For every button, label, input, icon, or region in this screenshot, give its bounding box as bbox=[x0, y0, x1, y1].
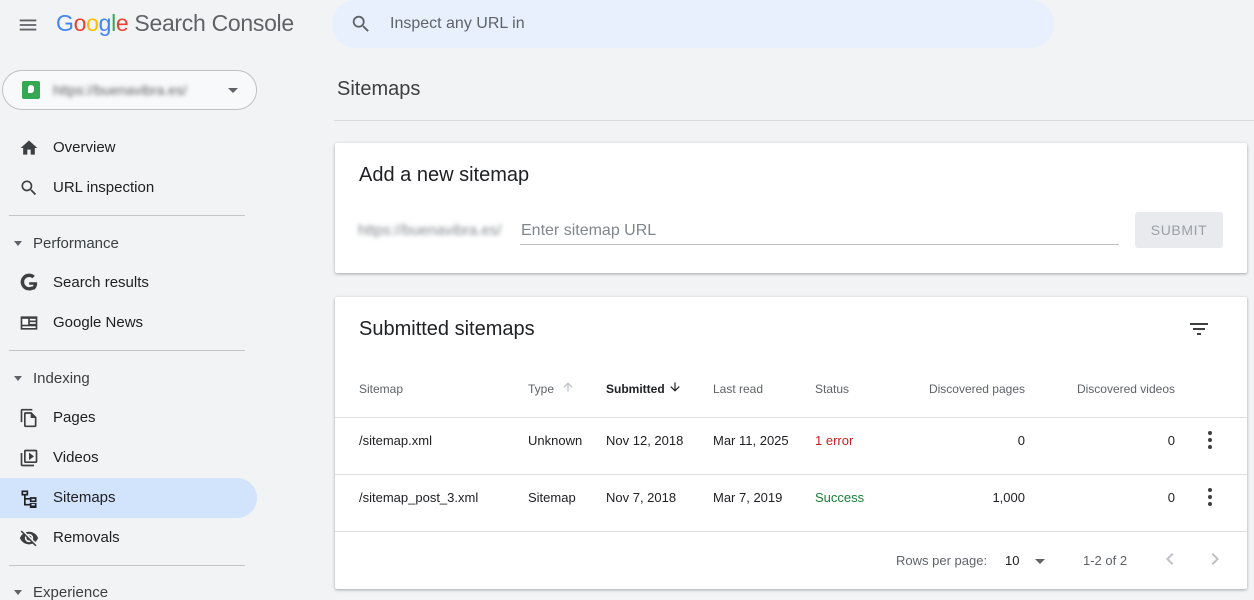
sidebar-item-label: URL inspection bbox=[53, 179, 155, 196]
column-header-status[interactable]: Status bbox=[815, 382, 849, 396]
pages-icon bbox=[20, 408, 37, 428]
sidebar-item-label: Search results bbox=[53, 274, 149, 291]
previous-page-icon[interactable] bbox=[1158, 547, 1182, 571]
sidebar-section-label: Performance bbox=[33, 235, 119, 252]
title-divider bbox=[334, 120, 1254, 121]
search-console-logo[interactable]: Google Search Console bbox=[56, 10, 294, 37]
google-g-icon bbox=[20, 273, 38, 291]
rows-per-page-select[interactable]: 10 bbox=[1004, 548, 1054, 572]
column-header-submitted[interactable]: Submitted bbox=[606, 382, 665, 396]
filter-icon[interactable] bbox=[1187, 317, 1211, 341]
sidebar-section-indexing[interactable]: Indexing bbox=[0, 360, 257, 396]
sidebar-item-google-news[interactable]: Google News bbox=[0, 303, 257, 343]
submitted-sitemaps-heading: Submitted sitemaps bbox=[359, 318, 535, 340]
column-header-discovered-videos[interactable]: Discovered videos bbox=[1045, 382, 1175, 396]
url-inspect-search-bar[interactable] bbox=[332, 0, 1054, 48]
sidebar-divider bbox=[9, 215, 245, 216]
sidebar-item-videos[interactable]: Videos bbox=[0, 438, 257, 478]
table-divider bbox=[335, 417, 1247, 418]
collapse-triangle-icon bbox=[14, 590, 22, 595]
sidebar-item-url-inspection[interactable]: URL inspection bbox=[0, 168, 257, 208]
table-divider bbox=[335, 474, 1247, 475]
sidebar-item-label: Google News bbox=[53, 314, 144, 331]
sitemap-url-input[interactable] bbox=[520, 218, 1119, 245]
video-icon bbox=[20, 449, 38, 467]
top-bar: Google Search Console bbox=[0, 0, 1254, 50]
collapse-triangle-icon bbox=[14, 241, 22, 246]
column-header-discovered-pages[interactable]: Discovered pages bbox=[895, 382, 1025, 396]
property-favicon-icon bbox=[22, 81, 40, 99]
collapse-triangle-icon bbox=[14, 376, 22, 381]
cell-status: 1 error bbox=[815, 433, 854, 448]
home-icon bbox=[20, 140, 38, 155]
cell-type: Unknown bbox=[528, 433, 583, 448]
cell-discovered-videos: 0 bbox=[1167, 433, 1175, 448]
sidebar-item-sitemaps[interactable]: Sitemaps bbox=[0, 478, 257, 518]
sidebar-item-removals[interactable]: Removals bbox=[0, 518, 257, 558]
cell-sitemap: /sitemap.xml bbox=[359, 433, 432, 448]
cell-discovered-pages: 0 bbox=[1017, 433, 1025, 448]
add-sitemap-heading: Add a new sitemap bbox=[359, 164, 530, 186]
chevron-down-icon bbox=[228, 88, 238, 93]
more-vert-icon[interactable] bbox=[1198, 485, 1222, 509]
sidebar-divider bbox=[9, 565, 245, 566]
sidebar-section-performance[interactable]: Performance bbox=[0, 225, 257, 261]
cell-status: Success bbox=[815, 490, 865, 505]
column-header-type[interactable]: Type bbox=[528, 382, 554, 396]
sitemap-url-prefix: https://buenavibra.es/ bbox=[358, 222, 502, 239]
cell-discovered-pages: 1,000 bbox=[992, 490, 1025, 505]
page-title: Sitemaps bbox=[337, 78, 421, 100]
add-sitemap-card: Add a new sitemap https://buenavibra.es/… bbox=[335, 143, 1247, 273]
column-header-last-read[interactable]: Last read bbox=[713, 382, 763, 396]
sidebar-divider bbox=[9, 350, 245, 351]
property-selector[interactable]: https://buenavibra.es/ bbox=[2, 70, 257, 110]
sidebar-item-label: Overview bbox=[53, 139, 116, 156]
table-divider bbox=[335, 531, 1247, 532]
sitemap-icon bbox=[21, 490, 37, 508]
sidebar-section-label: Indexing bbox=[33, 370, 90, 387]
sidebar-item-label: Pages bbox=[53, 409, 96, 426]
submit-button[interactable]: SUBMIT bbox=[1135, 212, 1223, 248]
sidebar-item-overview[interactable]: Overview bbox=[0, 128, 257, 168]
sidebar-section-label: Experience bbox=[33, 584, 109, 600]
column-header-sitemap[interactable]: Sitemap bbox=[359, 382, 403, 396]
cell-discovered-videos: 0 bbox=[1167, 490, 1175, 505]
sidebar-item-label: Removals bbox=[53, 529, 120, 546]
product-name: Search Console bbox=[134, 10, 294, 36]
cell-sitemap: /sitemap_post_3.xml bbox=[359, 490, 479, 505]
next-page-icon[interactable] bbox=[1203, 547, 1227, 571]
sidebar-item-label: Sitemaps bbox=[53, 489, 116, 506]
sidebar-item-pages[interactable]: Pages bbox=[0, 398, 257, 438]
chevron-down-icon bbox=[1035, 559, 1045, 564]
sidebar-item-search-results[interactable]: Search results bbox=[0, 263, 257, 303]
cell-submitted: Nov 7, 2018 bbox=[606, 490, 677, 505]
sidebar-item-label: Videos bbox=[53, 449, 99, 466]
hamburger-menu-icon[interactable] bbox=[17, 14, 39, 36]
sort-arrow-down-icon[interactable] bbox=[668, 380, 682, 394]
news-icon bbox=[20, 316, 38, 330]
property-url: https://buenavibra.es/ bbox=[53, 82, 187, 98]
eye-off-icon bbox=[19, 530, 39, 547]
search-icon bbox=[21, 180, 37, 196]
rows-per-page-value: 10 bbox=[1005, 553, 1020, 568]
cell-last-read: Mar 7, 2019 bbox=[713, 490, 783, 505]
pagination-range: 1-2 of 2 bbox=[1083, 553, 1128, 568]
search-icon bbox=[352, 15, 369, 32]
sort-arrow-up-icon[interactable] bbox=[561, 380, 575, 394]
cell-submitted: Nov 12, 2018 bbox=[606, 433, 684, 448]
more-vert-icon[interactable] bbox=[1198, 428, 1222, 452]
rows-per-page-label: Rows per page: bbox=[896, 553, 988, 568]
search-input[interactable] bbox=[390, 12, 1010, 36]
google-wordmark: Google bbox=[56, 10, 129, 36]
cell-last-read: Mar 11, 2025 bbox=[713, 433, 789, 448]
submitted-sitemaps-card: Submitted sitemaps Sitemap Type Submitte… bbox=[335, 297, 1247, 589]
cell-type: Sitemap bbox=[528, 490, 576, 505]
sidebar-section-experience[interactable]: Experience bbox=[0, 574, 257, 600]
